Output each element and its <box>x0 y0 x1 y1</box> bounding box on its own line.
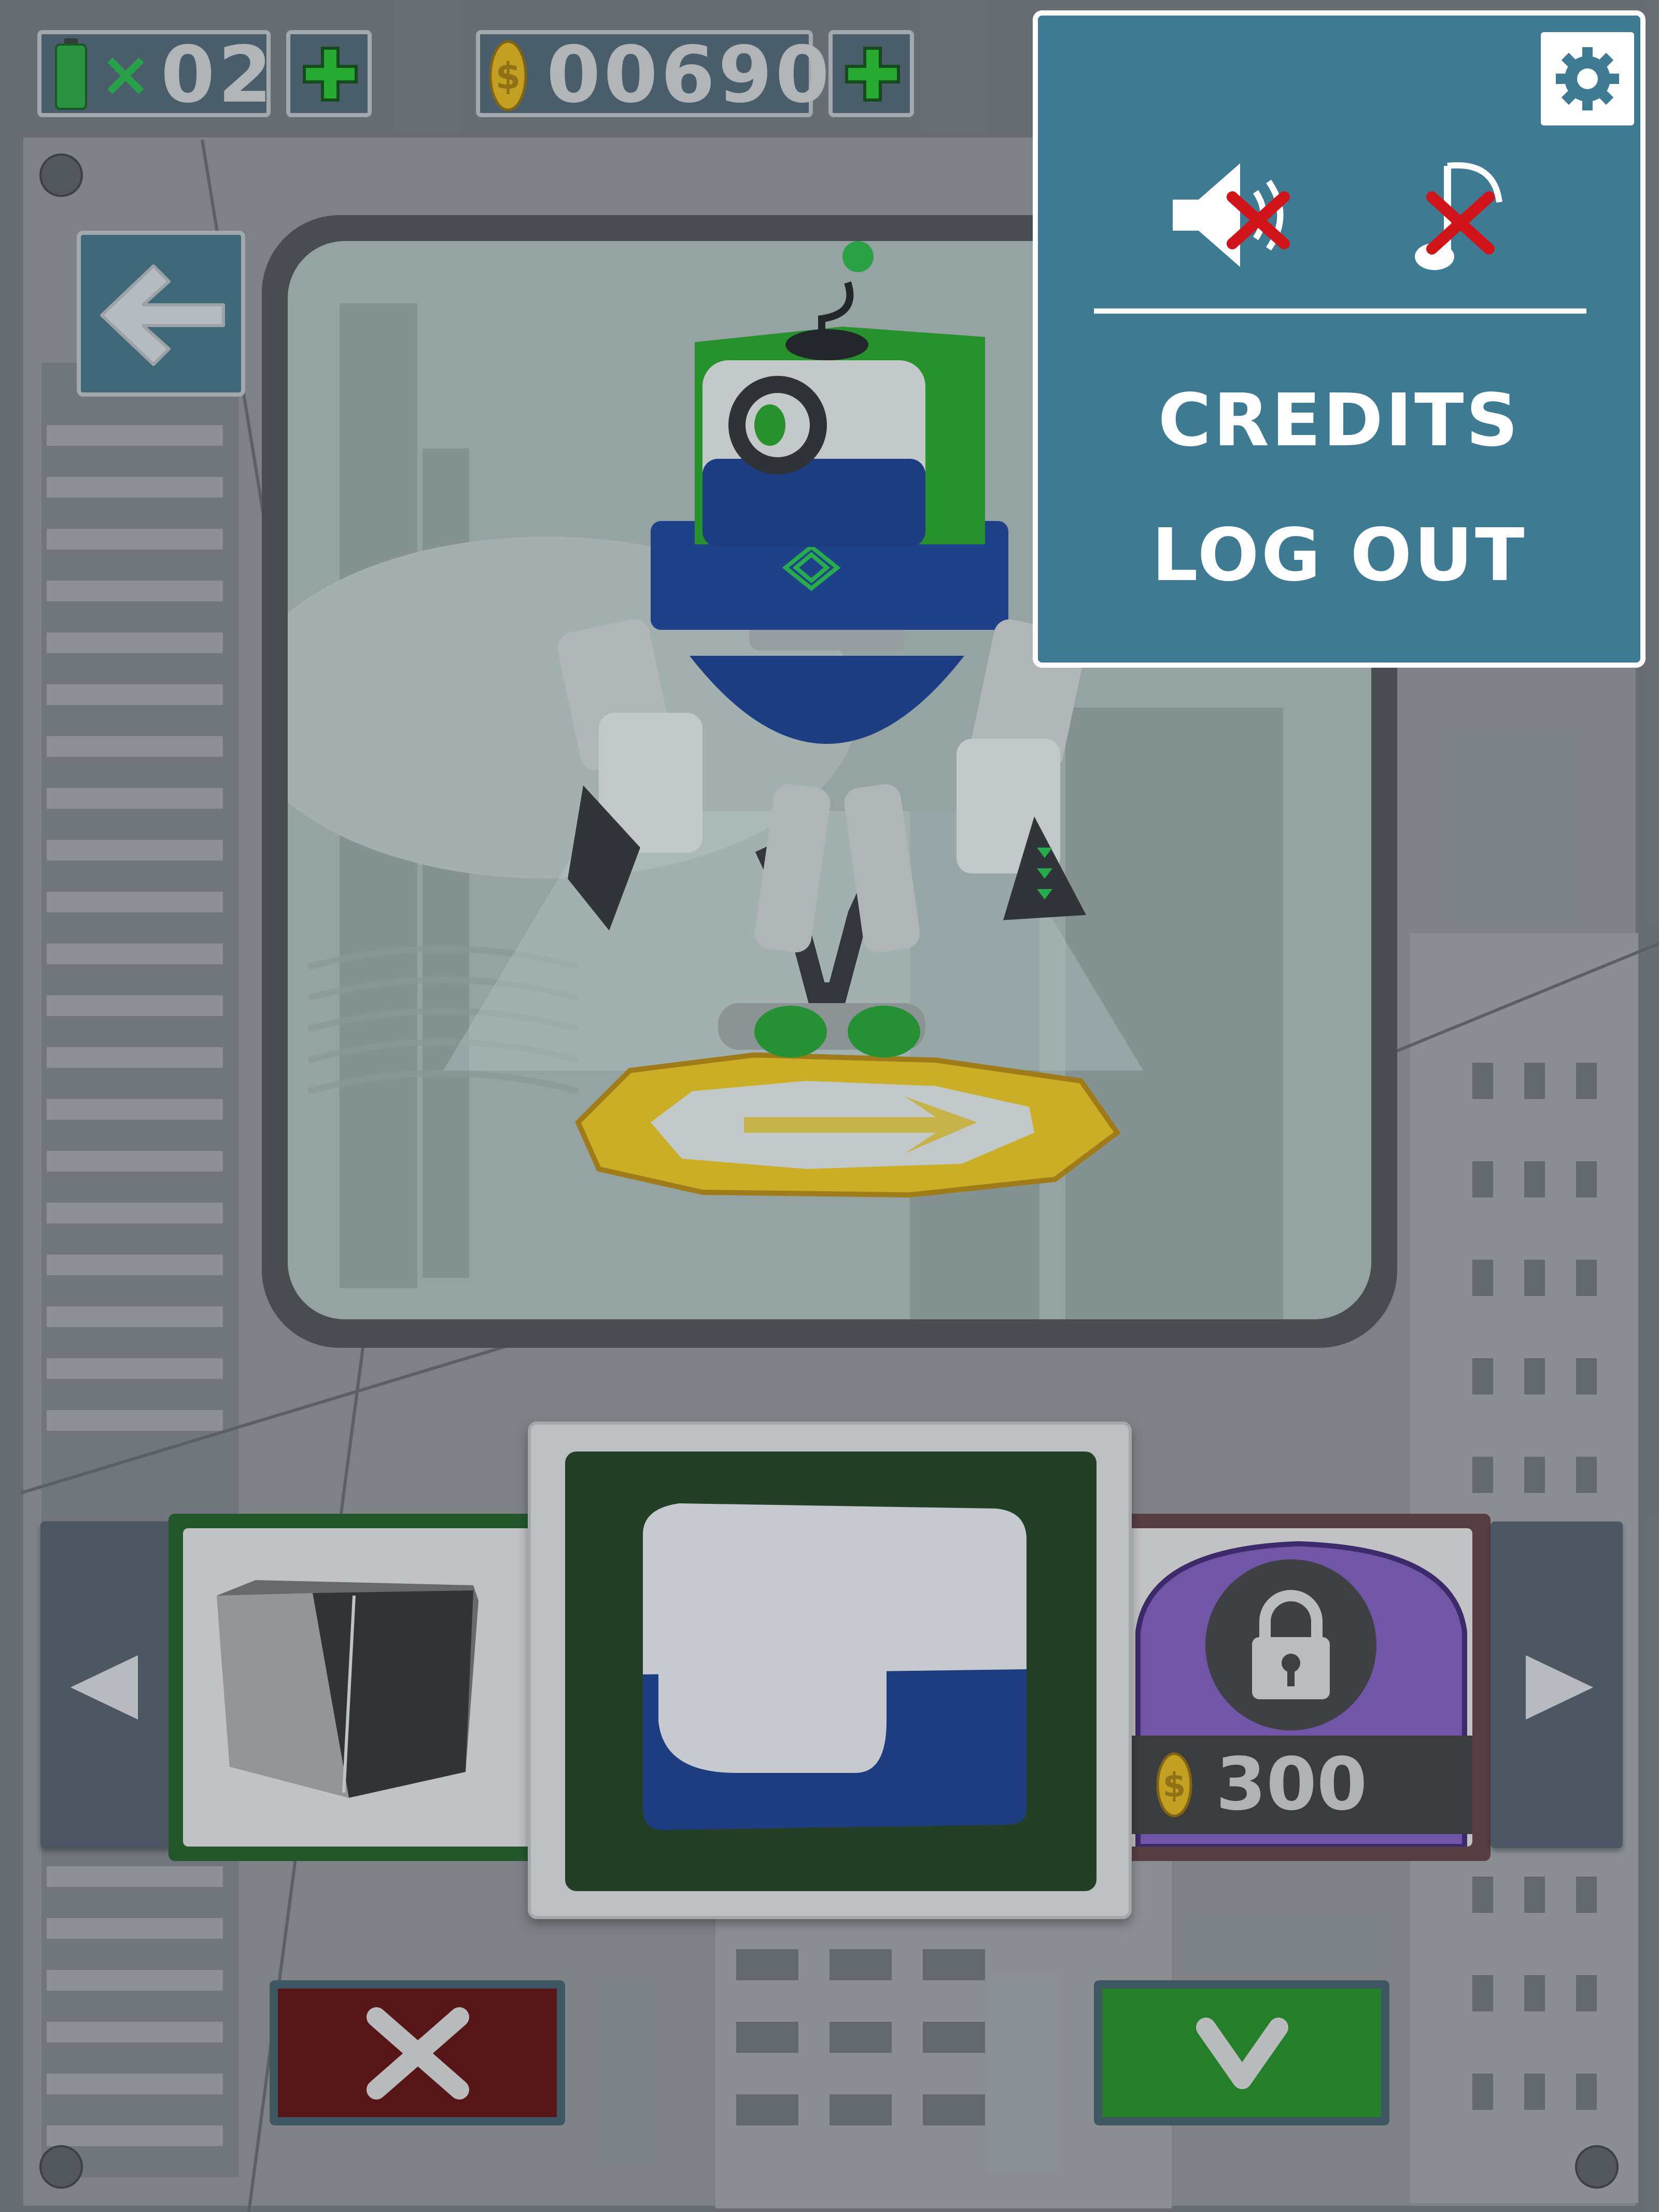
sound-toggle[interactable] <box>1168 156 1302 275</box>
credits-button[interactable]: CREDITS <box>1038 378 1640 463</box>
music-note-muted-icon <box>1415 162 1502 270</box>
settings-button[interactable] <box>1541 32 1634 125</box>
menu-divider <box>1094 308 1586 314</box>
speaker-muted-icon <box>1173 163 1290 267</box>
gear-icon <box>1556 47 1619 110</box>
logout-button[interactable]: LOG OUT <box>1038 513 1640 598</box>
music-toggle[interactable] <box>1411 156 1515 275</box>
settings-menu: CREDITS LOG OUT <box>1033 10 1646 668</box>
